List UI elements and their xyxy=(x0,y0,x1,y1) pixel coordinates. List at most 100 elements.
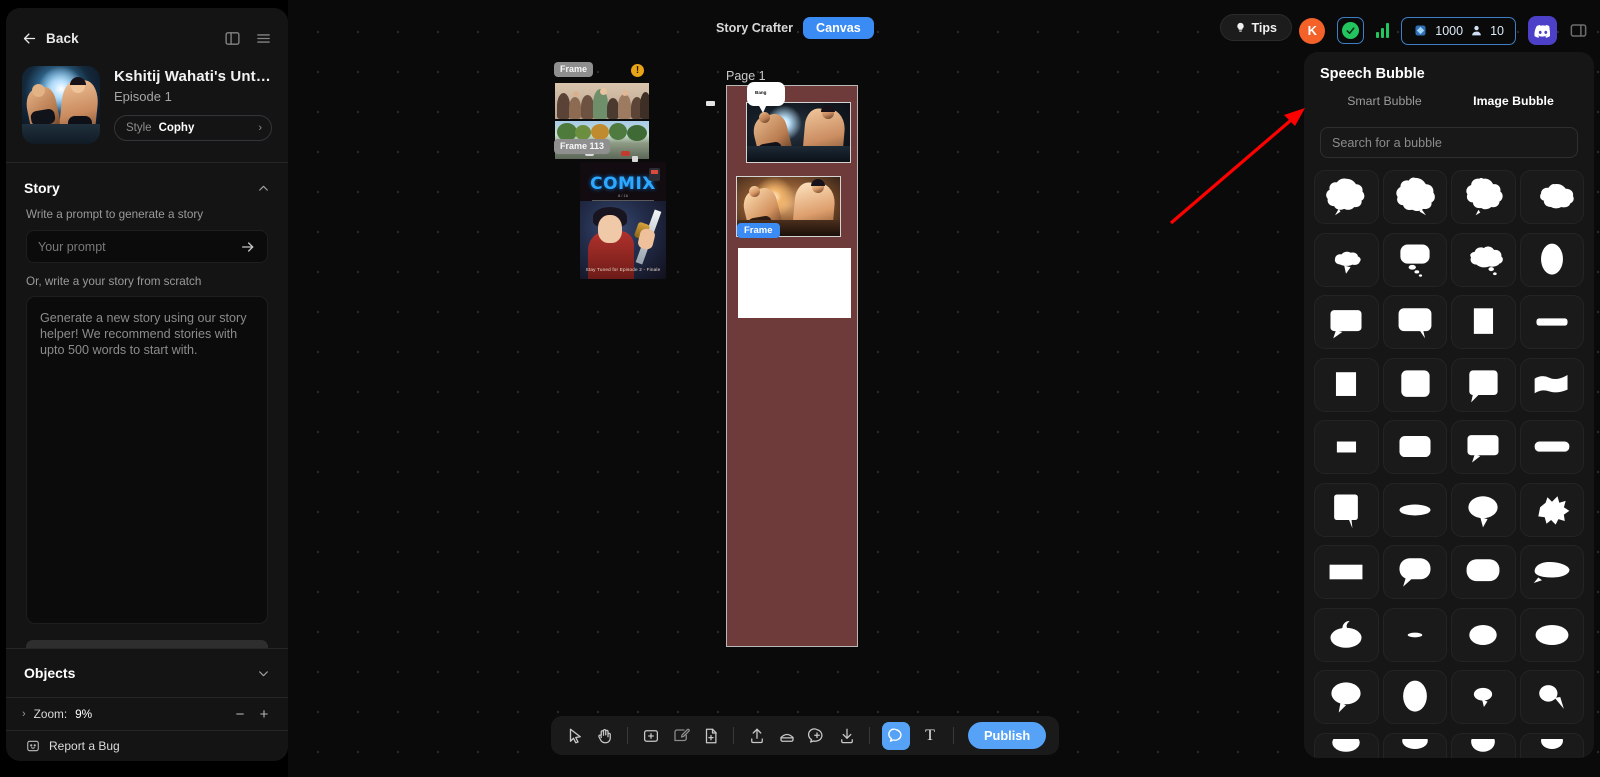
bubble-plain-rect[interactable] xyxy=(1314,545,1379,599)
prompt-box[interactable] xyxy=(26,230,268,263)
tab-image-bubble[interactable]: Image Bubble xyxy=(1449,94,1578,117)
bubble-cloud-burst-2[interactable] xyxy=(1382,170,1447,224)
objects-section-header[interactable]: Objects xyxy=(6,649,288,697)
bubble-small-oval-tail[interactable] xyxy=(1451,670,1516,724)
bubble-grid xyxy=(1314,170,1584,758)
text-tool[interactable]: T xyxy=(919,727,941,745)
frame-tag[interactable]: Frame xyxy=(554,62,594,77)
bubble-cloud-burst-4[interactable] xyxy=(1519,170,1584,224)
bubble-leaf-blob[interactable] xyxy=(1314,607,1379,662)
story-section-header[interactable]: Story xyxy=(6,163,288,208)
tab-smart-bubble[interactable]: Smart Bubble xyxy=(1320,94,1449,117)
tab-canvas[interactable]: Canvas xyxy=(802,17,874,39)
hand-pan-icon[interactable] xyxy=(594,725,615,746)
frame-tag-113[interactable]: Frame 113 xyxy=(554,139,611,154)
download-icon[interactable] xyxy=(836,725,857,746)
report-bug-button[interactable]: Report a Bug xyxy=(6,730,288,761)
comic-panel-3-empty[interactable] xyxy=(738,248,851,318)
style-selector[interactable]: Style Cophy › xyxy=(114,115,272,141)
regenerate-button[interactable]: Re-generate xyxy=(26,640,268,648)
bubble-rounded-wide[interactable] xyxy=(1382,420,1447,474)
bubble-flat-ellipse[interactable] xyxy=(1382,482,1447,537)
bubble-ellipse[interactable] xyxy=(1451,607,1516,662)
frame-crowd-image[interactable] xyxy=(555,83,649,119)
bubble-soft-blob[interactable] xyxy=(1519,545,1584,599)
bubble-oval-tail-2[interactable] xyxy=(1314,670,1379,724)
bubble-ellipse-tail[interactable] xyxy=(1451,482,1516,537)
speech-bubble-tool[interactable] xyxy=(882,721,910,750)
zoom-in-button[interactable]: + xyxy=(256,706,272,723)
frame-tag-selected[interactable]: Frame xyxy=(737,223,780,238)
bubble-wide-oval[interactable] xyxy=(1451,545,1516,599)
bubble-search-input[interactable] xyxy=(1332,135,1566,150)
tab-story-crafter[interactable]: Story Crafter xyxy=(716,21,793,35)
status-check-button[interactable] xyxy=(1337,17,1365,44)
add-panel-icon[interactable] xyxy=(640,725,661,746)
bubble-bottom-4[interactable] xyxy=(1519,732,1584,758)
avatar[interactable]: K xyxy=(1299,17,1326,44)
bubble-comma-blob[interactable] xyxy=(1519,670,1584,724)
poster-face xyxy=(598,215,622,243)
zoom-expander-icon[interactable]: › xyxy=(22,708,26,720)
signal-bars-icon[interactable] xyxy=(1376,23,1390,38)
warning-badge[interactable]: ! xyxy=(631,64,644,77)
bubble-cloud-burst-3[interactable] xyxy=(1451,170,1516,224)
bubble-bottom-1[interactable] xyxy=(1314,732,1379,758)
bubble-small-rect[interactable] xyxy=(1314,420,1379,474)
project-row: Kshitij Wahati's Untitl... Episode 1 Sty… xyxy=(22,50,272,162)
eraser-icon[interactable] xyxy=(776,725,797,746)
bubble-tall-oval[interactable] xyxy=(1382,670,1447,724)
select-cursor-icon[interactable] xyxy=(564,725,585,746)
hamburger-menu-icon[interactable] xyxy=(255,30,272,47)
bubble-oval[interactable] xyxy=(1519,232,1584,287)
page-panel[interactable]: Bang Frame xyxy=(726,82,858,647)
bubble-cloud-burst-1[interactable] xyxy=(1314,170,1379,224)
edit-image-icon[interactable] xyxy=(670,725,691,746)
bubble-square-tail[interactable] xyxy=(1314,482,1379,537)
speech-bubble-panel: Speech Bubble Smart Bubble Image Bubble xyxy=(1304,52,1594,758)
tips-button[interactable]: Tips xyxy=(1219,14,1292,41)
top-tabs: Story Crafter Canvas xyxy=(716,17,874,39)
bubble-rounded-rect-tail[interactable] xyxy=(1382,295,1447,349)
bubble-rect-tail[interactable] xyxy=(1314,295,1379,349)
bubble-tiny-dash[interactable] xyxy=(1382,607,1447,662)
zoom-row: › Zoom: 9% − + xyxy=(6,697,288,730)
upload-icon[interactable] xyxy=(746,725,767,746)
speech-bubble-bang[interactable]: Bang xyxy=(747,82,785,113)
bubble-square[interactable] xyxy=(1314,357,1379,412)
bubble-wavy-banner[interactable] xyxy=(1519,357,1584,412)
credits-badge[interactable]: 1000 10 xyxy=(1401,16,1516,45)
members-value: 10 xyxy=(1490,23,1504,38)
bubble-small-cloud[interactable] xyxy=(1314,232,1379,287)
bubble-oval-tail[interactable] xyxy=(1382,545,1447,599)
bubble-bottom-3[interactable] xyxy=(1451,732,1516,758)
frame-poster-image[interactable]: COMIX 8 / 16 Stay Tuned for Episode 2 - … xyxy=(580,162,666,279)
zoom-out-button[interactable]: − xyxy=(232,706,248,723)
add-page-icon[interactable] xyxy=(700,725,721,746)
bubble-rounded-tail[interactable] xyxy=(1451,420,1516,474)
bubble-wide-thin[interactable] xyxy=(1519,420,1584,474)
selection-handle-page[interactable] xyxy=(706,101,715,106)
project-thumbnail[interactable] xyxy=(22,66,100,144)
sidebar-top: Back Kshitij Wahati's Untitl... Episode … xyxy=(6,8,288,162)
arrow-right-icon[interactable] xyxy=(240,239,256,255)
story-textarea[interactable] xyxy=(26,296,268,624)
discord-button[interactable] xyxy=(1528,16,1557,45)
right-panel-toggle-icon[interactable] xyxy=(1569,21,1588,40)
bubble-puffy-thought[interactable] xyxy=(1451,232,1516,287)
bubble-plain-square[interactable] xyxy=(1451,295,1516,349)
panel-layout-icon[interactable] xyxy=(224,30,241,47)
bubble-spiky-burst[interactable] xyxy=(1519,482,1584,537)
bubble-thin-rect[interactable] xyxy=(1519,295,1584,349)
back-button[interactable]: Back xyxy=(22,31,79,46)
bubble-rounded-square-2[interactable] xyxy=(1451,357,1516,412)
bubble-rounded-square[interactable] xyxy=(1382,357,1447,412)
bubble-bottom-2[interactable] xyxy=(1382,732,1447,758)
selection-handle[interactable] xyxy=(632,156,638,162)
prompt-input[interactable] xyxy=(38,239,240,254)
publish-button[interactable]: Publish xyxy=(968,722,1047,749)
bubble-search-box[interactable] xyxy=(1320,127,1578,158)
add-bubble-icon[interactable] xyxy=(806,725,827,746)
bubble-rounded-thought[interactable] xyxy=(1382,232,1447,287)
bubble-wide-ellipse[interactable] xyxy=(1519,607,1584,662)
